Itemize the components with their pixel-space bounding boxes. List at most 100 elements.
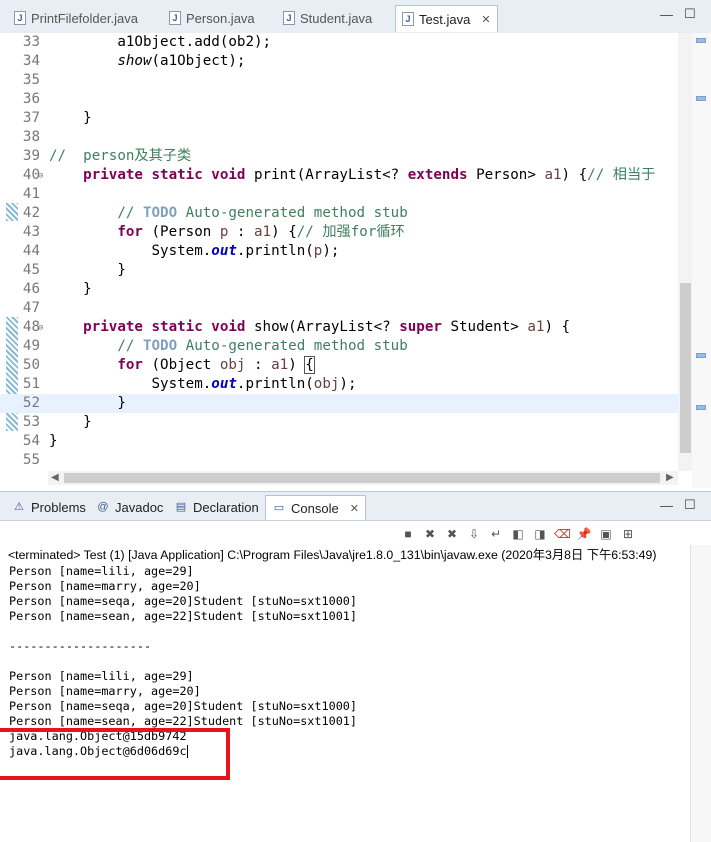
code-line[interactable]: 34 show(a1Object);	[0, 52, 678, 71]
minimize-button[interactable]: —	[660, 7, 673, 22]
horizontal-scrollbar[interactable]: ◀ ▶	[48, 471, 678, 485]
code-line[interactable]: 48 ⊖ private static void show(ArrayList<?…	[0, 318, 678, 337]
tab-label: Problems	[31, 499, 86, 515]
tab-test[interactable]: J Test.java ✕	[395, 5, 498, 32]
code-line[interactable]: 53 }	[0, 413, 678, 432]
overview-mark[interactable]	[696, 353, 706, 358]
scroll-lock-icon[interactable]: ⇩	[466, 526, 482, 542]
java-file-icon: J	[283, 11, 295, 25]
show-on-stdout-icon[interactable]: ◧	[510, 526, 526, 542]
code-line[interactable]: 50 for (Object obj : a1) {	[0, 356, 678, 375]
line-number: 52	[22, 395, 40, 411]
console-panel: — ☐ ⚠ Problems @ Javadoc ▤ Declaration ▭ Consol…	[0, 491, 711, 842]
code-text: for (Person p : a1) {// 加强for循环	[117, 224, 405, 240]
maximize-button[interactable]: ☐	[684, 6, 696, 22]
tab-person[interactable]: J Person.java	[163, 6, 255, 30]
tab-console[interactable]: ▭ Console ✕	[265, 495, 366, 520]
scroll-left-icon[interactable]: ◀	[51, 472, 59, 483]
vertical-scrollbar[interactable]	[678, 33, 692, 471]
code-text: }	[49, 433, 58, 449]
code-line[interactable]: 42 // TODO Auto-generated method stub	[0, 204, 678, 223]
overview-mark[interactable]	[696, 38, 706, 43]
close-icon[interactable]: ✕	[350, 502, 359, 515]
open-console-icon[interactable]: ⊞	[620, 526, 636, 542]
tab-student[interactable]: J Student.java	[277, 6, 372, 30]
tab-label: PrintFilefolder.java	[31, 10, 138, 26]
code-line[interactable]: 35	[0, 71, 678, 90]
code-line[interactable]: 43 for (Person p : a1) {// 加强for循环	[0, 223, 678, 242]
line-number: 54	[22, 433, 40, 449]
scroll-right-icon[interactable]: ▶	[666, 472, 674, 483]
remove-all-terminated-icon[interactable]: ✖	[444, 526, 460, 542]
code-line[interactable]: 40 ⊖ private static void print(ArrayList<…	[0, 166, 678, 185]
fold-icon[interactable]: ⊖	[38, 319, 43, 338]
remove-launch-icon[interactable]: ✖	[422, 526, 438, 542]
overview-mark[interactable]	[696, 96, 706, 101]
code-line[interactable]: 41	[0, 185, 678, 204]
code-line[interactable]: 54}	[0, 432, 678, 451]
clear-console-icon[interactable]: ⌫	[554, 526, 571, 542]
code-line[interactable]: 49 // TODO Auto-generated method stub	[0, 337, 678, 356]
console-line: --------------------	[9, 639, 152, 653]
terminate-icon[interactable]: ■	[400, 526, 416, 542]
code-line[interactable]: 47	[0, 299, 678, 318]
tab-label: Test.java	[419, 11, 471, 27]
console-line: Person [name=marry, age=20]	[9, 579, 201, 593]
console-line: Person [name=sean, age=22]Student [stuNo…	[9, 609, 358, 623]
red-highlight-annotation	[0, 728, 230, 780]
console-line: Person [name=seqa, age=20]Student [stuNo…	[9, 699, 358, 713]
code-text: // TODO Auto-generated method stub	[117, 205, 408, 221]
console-scrollbar[interactable]	[690, 545, 711, 842]
code-line[interactable]: 51 System.out.println(obj);	[0, 375, 678, 394]
line-number: 41	[22, 186, 40, 202]
line-number: 38	[22, 129, 40, 145]
code-line[interactable]: 37 }	[0, 109, 678, 128]
code-line[interactable]: 38	[0, 128, 678, 147]
word-wrap-icon[interactable]: ↵	[488, 526, 504, 542]
tab-problems[interactable]: ⚠ Problems	[6, 495, 92, 519]
code-line[interactable]: 52 }	[0, 394, 678, 413]
line-number: 36	[22, 91, 40, 107]
code-line[interactable]: 46 }	[0, 280, 678, 299]
console-line: Person [name=seqa, age=20]Student [stuNo…	[9, 594, 358, 608]
minimize-button[interactable]: —	[660, 498, 673, 513]
code-text: // person及其子类	[49, 148, 192, 164]
javadoc-icon: @	[97, 501, 109, 513]
code-editor[interactable]: 33 a1Object.add(ob2); 34 show(a1Object); 3…	[0, 33, 711, 488]
problems-icon: ⚠	[14, 501, 24, 513]
overview-mark[interactable]	[696, 405, 706, 410]
code-text: }	[49, 262, 126, 278]
code-line[interactable]: 33 a1Object.add(ob2);	[0, 33, 678, 52]
maximize-button[interactable]: ☐	[684, 497, 696, 513]
show-on-stderr-icon[interactable]: ◨	[532, 526, 548, 542]
panel-tab-strip: — ☐ ⚠ Problems @ Javadoc ▤ Declaration ▭ Consol…	[0, 492, 711, 521]
close-icon[interactable]: ✕	[481, 13, 490, 26]
pin-console-icon[interactable]: 📌	[576, 526, 592, 542]
code-line[interactable]: 45 }	[0, 261, 678, 280]
scrollbar-thumb[interactable]	[64, 473, 660, 483]
fold-icon[interactable]: ⊖	[38, 167, 43, 186]
code-line[interactable]: 36	[0, 90, 678, 109]
code-text: private static void show(ArrayList<? sup…	[83, 319, 571, 335]
scrollbar-thumb[interactable]	[680, 283, 691, 453]
code-text: // TODO Auto-generated method stub	[117, 338, 408, 354]
code-line[interactable]: 55	[0, 451, 678, 470]
console-toolbar: ■ ✖ ✖ ⇩ ↵ ◧ ◨ ⌫ 📌 ▣ ⊞	[400, 526, 636, 546]
line-number: 43	[22, 224, 40, 240]
code-line[interactable]: 44 System.out.println(p);	[0, 242, 678, 261]
tab-printfilefolder[interactable]: J PrintFilefolder.java	[8, 6, 138, 30]
line-number: 37	[22, 110, 40, 126]
code-text: private static void print(ArrayList<? ex…	[83, 167, 656, 183]
line-number: 46	[22, 281, 40, 297]
display-selected-console-icon[interactable]: ▣	[598, 526, 614, 542]
code-line[interactable]: 39 // person及其子类	[0, 147, 678, 166]
line-number: 35	[22, 72, 40, 88]
line-number: 34	[22, 53, 40, 69]
overview-ruler[interactable]	[692, 33, 711, 488]
tab-declaration[interactable]: ▤ Declaration	[168, 495, 265, 519]
java-file-icon: J	[402, 12, 414, 26]
code-text: }	[49, 414, 92, 430]
line-number: 53	[22, 414, 40, 430]
tab-javadoc[interactable]: @ Javadoc	[90, 495, 169, 519]
line-number: 55	[22, 452, 40, 468]
